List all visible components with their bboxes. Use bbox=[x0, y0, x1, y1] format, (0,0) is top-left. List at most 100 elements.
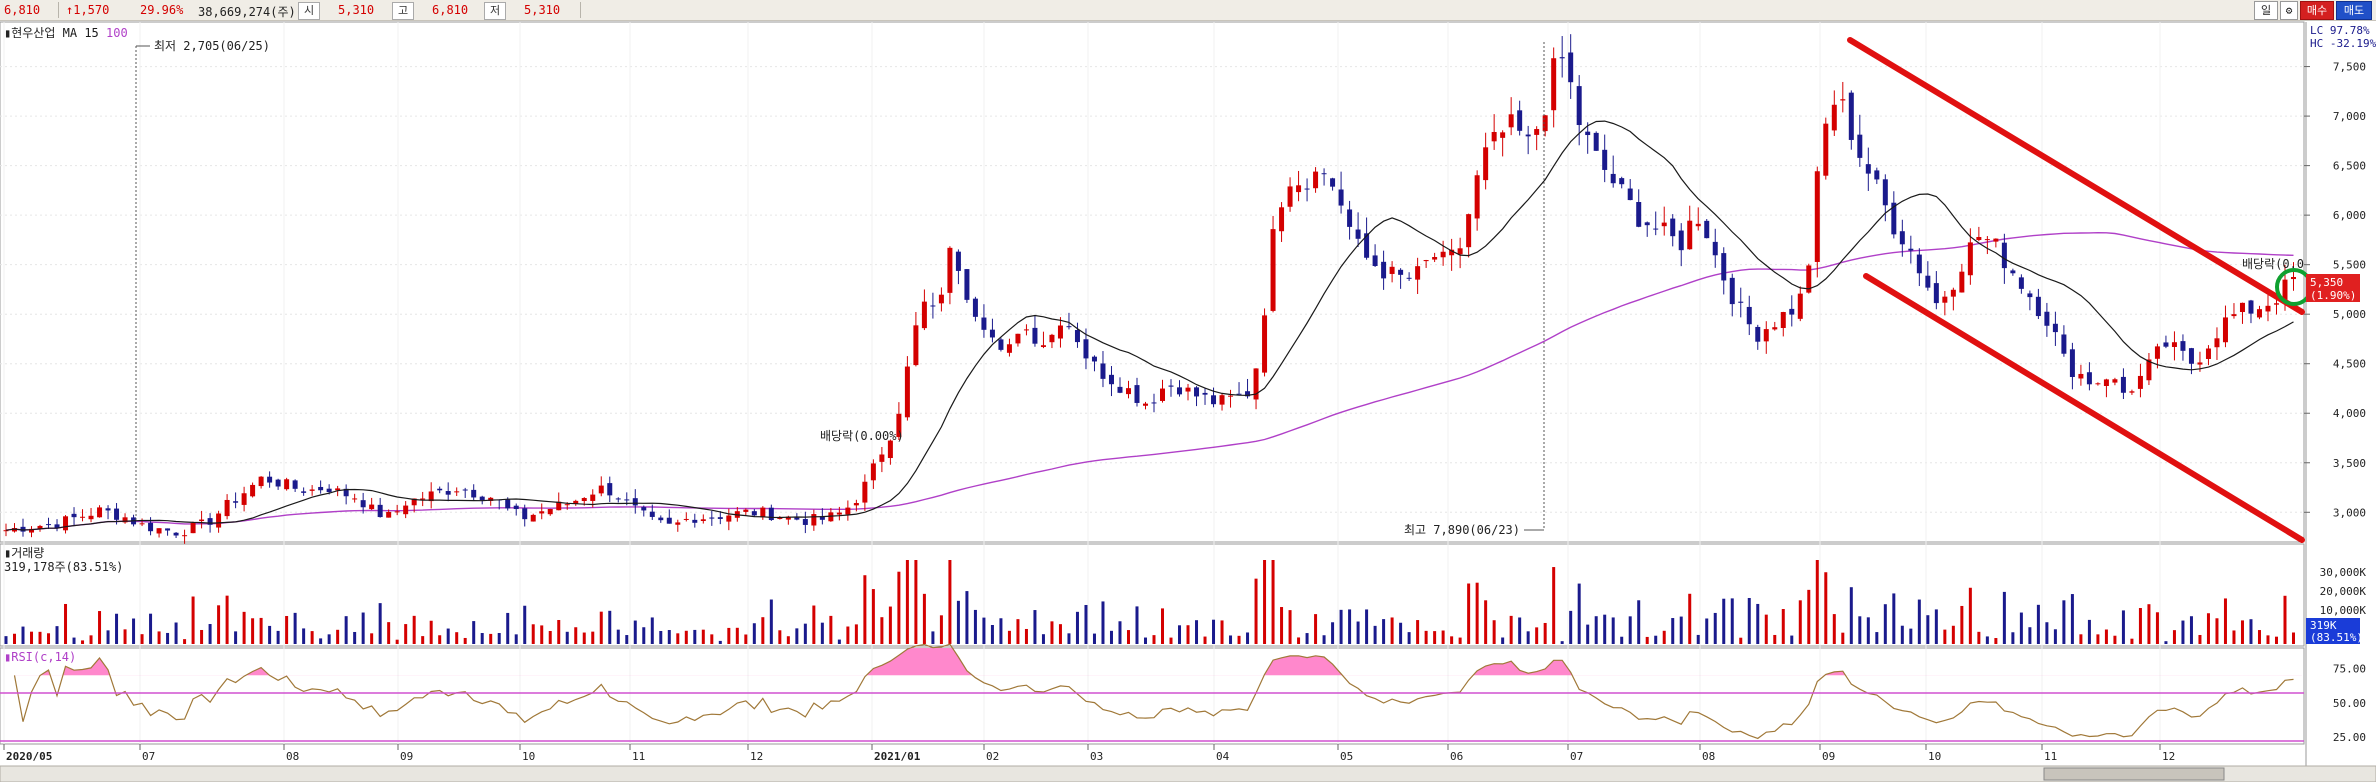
volume-bar bbox=[2240, 620, 2244, 644]
volume-bar bbox=[701, 629, 705, 644]
time-tick-label: 2021/01 bbox=[874, 750, 921, 763]
time-tick-label: 06 bbox=[1450, 750, 1463, 763]
candle-body bbox=[904, 366, 910, 418]
volume-bar bbox=[2053, 629, 2057, 644]
volume-bar bbox=[1960, 605, 1964, 644]
time-tick-label: 09 bbox=[1822, 750, 1835, 763]
volume-bar bbox=[1450, 636, 1454, 644]
volume-bar bbox=[55, 626, 59, 644]
candle-body bbox=[1967, 242, 1973, 276]
volume-bar bbox=[2062, 600, 2066, 644]
candle-body bbox=[641, 507, 647, 511]
rsi-tick-label: 25.00 bbox=[2333, 731, 2366, 744]
volume-bar bbox=[2138, 608, 2142, 644]
volume-bar bbox=[497, 633, 501, 644]
candle-body bbox=[2044, 311, 2050, 326]
volume-bar bbox=[268, 625, 272, 644]
candle-body bbox=[37, 525, 43, 529]
volume-bar bbox=[939, 615, 943, 644]
volume-bar bbox=[463, 637, 467, 644]
candle-body bbox=[2103, 379, 2109, 387]
volume-bar bbox=[1186, 625, 1190, 644]
volume-bar bbox=[1382, 619, 1386, 644]
candle-body bbox=[2001, 242, 2007, 269]
candle-body bbox=[1814, 171, 1820, 262]
volume-bar bbox=[1747, 597, 1751, 644]
candle-body bbox=[1695, 223, 1701, 227]
volume-bar bbox=[1416, 620, 1420, 644]
chart-scrollbar[interactable] bbox=[0, 765, 2376, 782]
candle-body bbox=[2214, 338, 2220, 348]
candle-body bbox=[156, 528, 162, 534]
price-panel-frame bbox=[0, 21, 2305, 543]
candle-body bbox=[1678, 230, 1684, 251]
candle-body bbox=[2010, 270, 2016, 274]
volume-bar bbox=[820, 622, 824, 644]
volume-bar bbox=[642, 627, 646, 644]
price-tick-label: 3,000 bbox=[2333, 506, 2366, 519]
volume-bar bbox=[2130, 638, 2134, 644]
candle-body bbox=[97, 507, 103, 518]
volume-bar bbox=[1084, 604, 1088, 644]
volume-bar bbox=[1994, 638, 1998, 644]
candle-body bbox=[1270, 229, 1276, 311]
volume-bar bbox=[225, 595, 229, 644]
price-tick-label: 5,000 bbox=[2333, 308, 2366, 321]
volume-bar bbox=[1560, 641, 1564, 644]
candle-body bbox=[1551, 58, 1557, 111]
volume-bar bbox=[1441, 630, 1445, 644]
candle-body bbox=[675, 522, 681, 525]
volume-bar bbox=[1628, 616, 1632, 644]
volume-bar bbox=[633, 620, 637, 644]
volume-bar bbox=[1603, 614, 1607, 644]
candle-body bbox=[802, 519, 808, 525]
volume-bar bbox=[1109, 630, 1113, 644]
candle-body bbox=[1006, 344, 1012, 353]
candle-body bbox=[624, 499, 630, 501]
volume-bar bbox=[1356, 621, 1360, 644]
volume-bar bbox=[1518, 617, 1522, 644]
volume-bar bbox=[1314, 614, 1318, 644]
volume-bar bbox=[1662, 630, 1666, 644]
candle-body bbox=[1432, 257, 1438, 260]
candle-body bbox=[615, 498, 621, 500]
candle-body bbox=[2205, 348, 2211, 359]
volume-bar bbox=[72, 637, 76, 644]
volume-bar bbox=[2283, 595, 2287, 644]
candle-body bbox=[607, 483, 613, 496]
volume-bar bbox=[1305, 633, 1309, 644]
candle-body bbox=[1729, 277, 1735, 305]
candle-body bbox=[182, 535, 188, 537]
candle-body bbox=[63, 516, 69, 531]
volume-bar bbox=[1458, 637, 1462, 644]
volume-bar bbox=[1900, 625, 1904, 644]
candle-body bbox=[258, 476, 264, 487]
hc-value: HC -32.19% bbox=[2310, 37, 2376, 50]
volume-bar bbox=[1331, 622, 1335, 644]
volume-current: 319,178주(83.51%) bbox=[4, 560, 124, 574]
candle-body bbox=[1899, 231, 1905, 245]
candle-body bbox=[1712, 241, 1718, 256]
volume-bar bbox=[217, 605, 221, 644]
candle-body bbox=[1908, 248, 1914, 251]
candle-body bbox=[352, 498, 358, 500]
volume-bar bbox=[846, 626, 850, 644]
candle-body bbox=[1500, 132, 1506, 138]
candle-body bbox=[207, 518, 213, 525]
volume-bar bbox=[591, 631, 595, 644]
candle-body bbox=[454, 491, 460, 493]
volume-bar bbox=[1033, 610, 1037, 644]
candle-body bbox=[658, 517, 664, 521]
volume-bar bbox=[982, 617, 986, 644]
scrollbar-thumb[interactable] bbox=[2043, 767, 2225, 781]
time-tick-label: 12 bbox=[750, 750, 763, 763]
candle-body bbox=[1976, 237, 1982, 241]
candle-body bbox=[1661, 222, 1667, 227]
volume-bar bbox=[1254, 578, 1258, 644]
candle-body bbox=[913, 325, 919, 366]
volume-bar bbox=[1024, 628, 1028, 644]
candle-body bbox=[1559, 57, 1565, 59]
volume-bar bbox=[336, 629, 340, 644]
volume-bar bbox=[1433, 631, 1437, 644]
candle-body bbox=[1517, 110, 1523, 131]
